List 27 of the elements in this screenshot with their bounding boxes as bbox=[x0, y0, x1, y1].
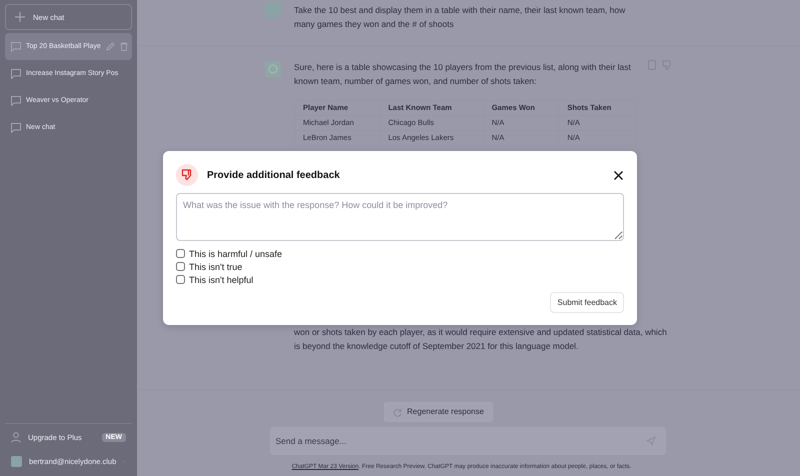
close-icon[interactable] bbox=[614, 170, 623, 180]
thumbs-down-icon bbox=[176, 164, 198, 186]
submit-button[interactable]: Submit feedback bbox=[550, 292, 624, 313]
feedback-field[interactable]: What was the issue with the response? How could it be improved? bbox=[176, 193, 624, 241]
option-label: This is harmful / unsafe bbox=[189, 248, 282, 258]
chat-bubble-icon bbox=[11, 42, 21, 52]
pencil-icon[interactable] bbox=[106, 42, 115, 51]
chat-bubble-icon bbox=[11, 68, 21, 78]
refresh-icon bbox=[393, 408, 402, 416]
option-label: This isn't helpful bbox=[189, 274, 254, 284]
trash-icon[interactable] bbox=[120, 42, 128, 51]
user-avatar bbox=[11, 456, 22, 466]
person-icon bbox=[11, 432, 21, 442]
checkbox[interactable] bbox=[176, 249, 185, 258]
message-input[interactable]: Send a message... bbox=[270, 427, 666, 455]
option-label: This isn't true bbox=[189, 262, 242, 272]
chat-bubble-icon bbox=[11, 122, 21, 132]
user-message: Take the 10 best and display them in a table with their name, their last known team, how many games they won and the # of shoots bbox=[294, 4, 626, 31]
chat-bubble-icon bbox=[11, 96, 21, 106]
assistant-message: won or shots taken by each player, as it would require extensive and updated statistical data, which is beyond the knowledge cutoff of September 2021 for this language model. bbox=[294, 326, 668, 353]
checkbox[interactable] bbox=[176, 275, 185, 284]
assistant-avatar bbox=[265, 61, 281, 77]
regenerate-button[interactable]: Regenerate response bbox=[384, 402, 493, 422]
plus-icon bbox=[15, 12, 25, 22]
assistant-message: Sure, here is a table showcasing the 10 players from the previous list, along with their last known team, number of games won, and number of shots taken: bbox=[294, 61, 632, 88]
dialog-title: Provide additional feedback bbox=[207, 170, 340, 180]
checkbox[interactable] bbox=[176, 262, 185, 271]
